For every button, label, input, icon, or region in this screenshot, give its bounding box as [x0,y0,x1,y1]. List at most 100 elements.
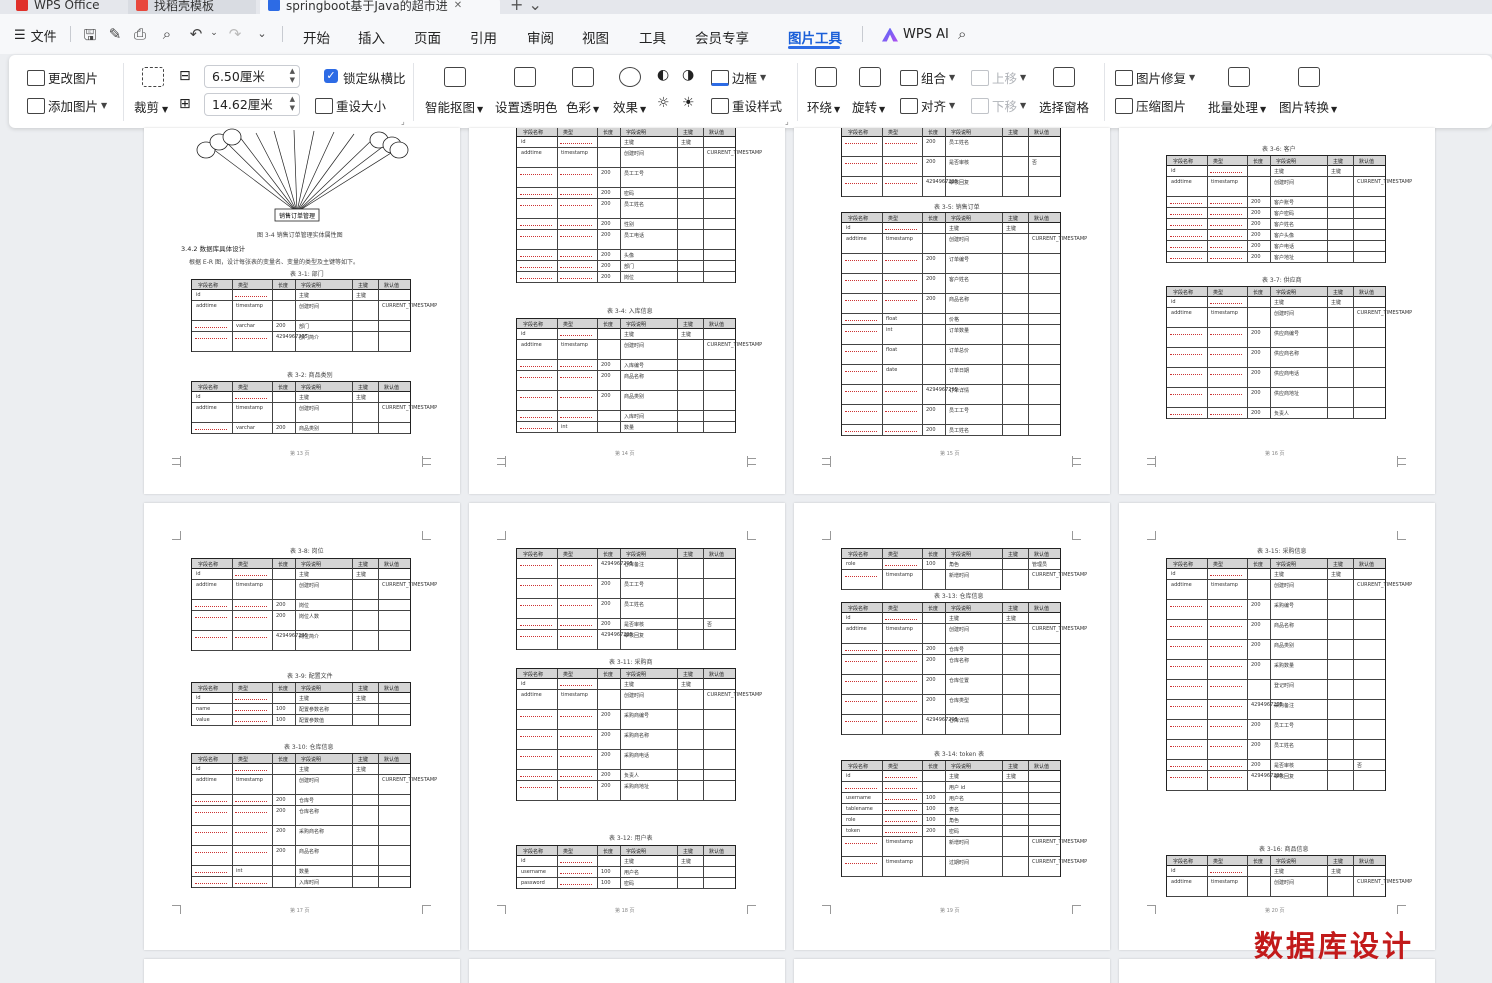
set-transparent-button[interactable]: 设置透明色 [495,97,558,116]
tab-wps-office[interactable]: WPS Office [8,0,118,14]
table-cell: 主键 [356,395,367,401]
height-input[interactable]: 14.62厘米 ▲ ▼ [204,93,300,116]
selection-pane-icon[interactable] [1053,67,1075,87]
dialog-launcher-icon[interactable]: ⌟ [785,117,789,126]
selection-pane-button[interactable]: 选择窗格 [1039,97,1089,116]
menu-page[interactable]: 页面 [414,27,441,47]
compress-image-button[interactable]: 压缩图片 [1115,96,1186,115]
menu-member[interactable]: 会员专享 [695,27,749,47]
document-page[interactable] [144,959,460,983]
undo-icon[interactable]: ↶ [186,25,206,43]
align-button[interactable]: 对齐 ▼ [900,96,955,115]
menu-reference[interactable]: 引用 [470,27,497,47]
tab-document[interactable]: springboot基于Java的超市进 ✕ [260,0,500,14]
image-convert-icon[interactable] [1298,67,1320,87]
image-repair-button[interactable]: 图片修复 ▼ [1115,68,1195,87]
print-icon[interactable]: ⎙ [130,25,150,43]
entity-attribute-diagram[interactable]: 销售订单管理 [184,128,424,228]
menu-insert[interactable]: 插入 [358,27,385,47]
table-caption: 表 3-10: 仓库信息 [284,744,334,751]
contrast-down-icon[interactable]: ☀ [682,95,695,111]
search-icon[interactable]: ⌕ [958,25,966,43]
smart-cutout-button[interactable]: 智能抠图 ▼ [425,97,483,116]
column-header: 类型 [1213,290,1224,296]
column-rule [1353,287,1354,418]
reset-style-button[interactable]: 重设样式 [711,96,782,115]
table-cell: 是否审核 [949,160,970,166]
table-cell: 200 [1251,221,1261,227]
more-icon[interactable]: ⌄ [252,27,272,40]
close-icon[interactable]: ✕ [454,0,462,11]
dialog-launcher-icon[interactable]: ⌟ [401,117,405,126]
table-cell: 创建时间 [1274,583,1295,589]
wrap-icon[interactable] [815,67,837,87]
print-preview-icon[interactable]: ⌕ [157,25,177,43]
reset-size-button[interactable]: 重设大小 [315,96,386,115]
menu-review[interactable]: 审阅 [527,27,554,47]
document-page[interactable]: 字段名称 类型 长度 字段说明 主键 默认值 role 100 角色 管理员 timestamp 新增… [794,503,1110,950]
wps-ai-button[interactable]: WPS AI [882,27,949,42]
table-cell: 订单详情 [949,388,970,394]
table-caption: 表 3-1: 部门 [290,271,324,278]
group-button[interactable]: 组合 ▼ [900,68,955,87]
color-button[interactable]: 色彩 ▼ [566,97,599,116]
brightness-down-icon[interactable]: ☼ [657,95,670,111]
chevron-down-icon: ▼ [949,73,956,82]
document-page[interactable]: 字段名称 类型 长度 字段说明 主键 默认值 4294967295 仓库备注 200 员工工号 20… [469,503,785,950]
document-page[interactable]: 销售订单管理图 3-4 销售订单管理实体属性图 3.4.2 数据库具体设计 根据 E… [144,128,460,494]
width-input[interactable]: 6.50厘米 ▲ ▼ [204,65,300,88]
menu-picture-tools[interactable]: 图片工具 [788,27,842,47]
spellcheck-underline [560,264,592,268]
document-page[interactable]: 表 3-6: 客户 字段名称 类型 长度 字段说明 主键 默认值 id 主键 主键 addtime t… [1119,128,1435,494]
spellcheck-underline [1210,391,1242,395]
border-button[interactable]: 边框 ▼ [711,68,766,87]
crop-icon[interactable] [142,67,164,87]
rotate-icon[interactable] [859,67,881,87]
effect-icon[interactable] [619,67,641,87]
table-cell: 采购数量 [1274,663,1295,669]
document-page[interactable]: 表 3-8: 岗位 字段名称 类型 长度 字段说明 主键 默认值 id 主键 主键 addtime t… [144,503,460,950]
batch-process-button[interactable]: 批量处理 ▼ [1208,97,1266,116]
transparent-color-icon[interactable] [514,67,536,87]
lock-ratio-checkbox[interactable]: ✓ [324,69,338,83]
table-cell: 200 [1251,390,1261,396]
move-down-button[interactable]: 下移 ▼ [971,96,1026,115]
table-cell: CURRENT_TIMESTAMP [707,692,763,698]
image-convert-button[interactable]: 图片转换 ▼ [1279,97,1337,116]
rotate-button[interactable]: 旋转 ▼ [852,97,885,116]
column-header: 长度 [1253,290,1264,296]
spellcheck-underline [1210,300,1242,304]
format-painter-icon[interactable]: ✎ [105,25,125,43]
menu-tools[interactable]: 工具 [639,27,666,47]
column-header: 长度 [603,672,614,678]
document-page[interactable]: 字段名称 类型 长度 字段说明 主键 默认值 id 主键 主键 addtime timestamp 创… [469,128,785,494]
menu-view[interactable]: 视图 [582,27,609,47]
batch-process-icon[interactable] [1228,67,1250,87]
move-up-button[interactable]: 上移 ▼ [971,68,1026,87]
color-icon[interactable] [572,67,594,87]
redo-icon[interactable]: ↷ [225,25,245,43]
document-page[interactable] [469,959,785,983]
spinner-icon[interactable]: ▲ ▼ [290,95,295,113]
document-page[interactable]: 表 3-15: 采购信息 字段名称 类型 长度 字段说明 主键 默认值 id 主键 主键 addti… [1119,503,1435,950]
spinner-icon[interactable]: ▲ ▼ [290,67,295,85]
change-image-button[interactable]: 更改图片 [27,68,98,87]
new-tab-icon[interactable]: + ⌄ [510,0,542,14]
column-header: 默认值 [1359,562,1375,568]
undo-dropdown-icon[interactable]: ⌄ [204,28,224,38]
contrast-up-icon[interactable]: ◑ [682,67,694,83]
effect-button[interactable]: 效果 ▼ [613,97,646,116]
table-cell: 用户 id [949,785,966,791]
document-page[interactable] [794,959,1110,983]
smart-cutout-icon[interactable] [444,67,466,87]
wrap-button[interactable]: 环绕 ▼ [807,97,840,116]
add-image-button[interactable]: 添加图片 ▼ [27,96,107,115]
brightness-up-icon[interactable]: ◐ [657,67,669,83]
menu-home[interactable]: 开始 [303,27,330,47]
column-header: 默认值 [709,552,725,558]
tab-template[interactable]: 找稻壳模板 [128,0,256,14]
crop-button[interactable]: 裁剪 ▼ [134,97,168,116]
save-icon[interactable]: 🖫 [80,25,100,50]
file-menu[interactable]: ☰ 文件 [14,26,57,45]
document-page[interactable]: 字段名称 类型 长度 字段说明 主键 默认值 200 员工姓名 200 是否审核否 42949672… [794,128,1110,494]
